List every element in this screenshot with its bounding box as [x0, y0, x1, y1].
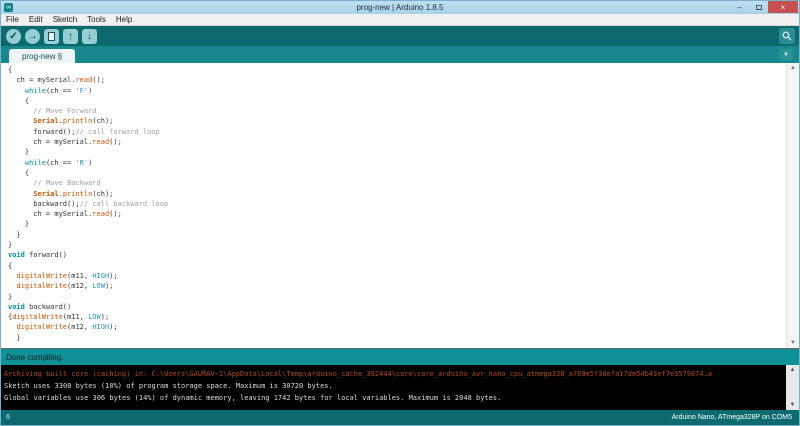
code-line: {digitalWrite(m11, LOW);: [8, 313, 110, 322]
scroll-down-icon[interactable]: ▼: [790, 402, 796, 408]
code-line: Serial.println(ch);: [33, 189, 114, 198]
code-line: }: [8, 241, 13, 250]
code-line: {: [8, 261, 13, 270]
console-lines: Archiving built core (caching) in: C:\Us…: [1, 365, 799, 404]
console-line: Global variables use 306 bytes (14%) of …: [4, 394, 502, 402]
code-line: {: [8, 168, 30, 177]
console-line: Sketch uses 3300 bytes (10%) of program …: [4, 382, 333, 390]
code-line: digitalWrite(m12, HIGH);: [16, 323, 118, 332]
tab-bar: prog-new § ▼: [1, 46, 799, 63]
code-editor[interactable]: { ch = mySerial.read(); while(ch == 'F')…: [1, 63, 799, 348]
menu-item-tools[interactable]: Tools: [82, 15, 111, 24]
console-line: Archiving built core (caching) in: C:\Us…: [4, 370, 713, 378]
code-line: digitalWrite(m11, HIGH);: [16, 271, 118, 280]
down-arrow-icon: ↓: [87, 30, 92, 42]
code-line: ch = mySerial.read();: [8, 138, 122, 147]
cursor-line-number: 6: [6, 414, 10, 421]
upload-button[interactable]: →: [25, 28, 40, 44]
maximize-icon: [755, 4, 762, 10]
code-line: {: [8, 66, 13, 74]
close-button[interactable]: ×: [768, 1, 798, 13]
status-message: Done compiling.: [6, 352, 64, 362]
magnifier-icon: [782, 31, 792, 41]
footer-bar: 6 Arduino Nano, ATmega328P on COM5: [1, 410, 799, 425]
up-arrow-icon: ↑: [68, 30, 73, 42]
document-icon: [48, 31, 55, 41]
code-line: }: [8, 333, 21, 342]
window-controls: – ×: [730, 1, 798, 13]
code-line: // Move Backward: [8, 179, 101, 188]
arduino-ide-window: ∞ prog-new | Arduino 1.8.5 – × File Edit S…: [0, 0, 800, 426]
code-lines: { ch = mySerial.read(); while(ch == 'F')…: [1, 63, 799, 343]
code-line: void forward(): [8, 251, 68, 260]
right-arrow-icon: →: [27, 30, 38, 42]
menu-bar: File Edit Sketch Tools Help: [1, 14, 799, 26]
chevron-down-icon: ▼: [783, 51, 789, 58]
output-console[interactable]: Archiving built core (caching) in: C:\Us…: [1, 365, 799, 410]
serial-monitor-button[interactable]: [779, 28, 795, 44]
menu-item-file[interactable]: File: [1, 15, 24, 24]
title-bar: ∞ prog-new | Arduino 1.8.5 – ×: [1, 1, 799, 14]
code-line: }: [8, 148, 30, 157]
window-title: prog-new | Arduino 1.8.5: [356, 3, 444, 12]
status-bar: Done compiling.: [1, 348, 799, 365]
save-button[interactable]: ↓: [82, 28, 97, 44]
toolbar: ✓ → ↑ ↓: [1, 26, 799, 46]
code-line: }: [8, 292, 13, 301]
code-line: void backward(): [8, 302, 72, 311]
code-line: }: [8, 220, 30, 229]
code-line: while(ch == 'F'): [24, 86, 93, 95]
editor-scrollbar[interactable]: ▲ ▼: [786, 63, 799, 348]
tab-prog-new[interactable]: prog-new §: [9, 49, 76, 63]
checkmark-icon: ✓: [9, 30, 18, 42]
tab-list-dropdown-button[interactable]: ▼: [779, 49, 793, 60]
minimize-button[interactable]: –: [730, 1, 749, 13]
code-line: // Move Forward: [8, 107, 97, 116]
scroll-down-icon[interactable]: ▼: [790, 340, 796, 346]
code-line: Serial.println(ch);: [33, 117, 114, 126]
new-sketch-button[interactable]: [44, 28, 59, 44]
code-line: forward();// call forward loop: [8, 127, 160, 136]
code-line: ch = mySerial.read();: [8, 210, 122, 219]
board-port-info: Arduino Nano, ATmega328P on COM5: [671, 414, 792, 421]
menu-item-help[interactable]: Help: [111, 15, 137, 24]
code-line: ch = mySerial.read();: [8, 76, 105, 85]
scroll-up-icon[interactable]: ▲: [790, 367, 796, 373]
scroll-up-icon[interactable]: ▲: [790, 65, 796, 71]
open-button[interactable]: ↑: [63, 28, 78, 44]
maximize-button[interactable]: [749, 1, 768, 13]
menu-item-edit[interactable]: Edit: [24, 15, 48, 24]
menu-item-sketch[interactable]: Sketch: [48, 15, 82, 24]
code-line: }: [8, 230, 21, 239]
verify-button[interactable]: ✓: [6, 28, 21, 44]
code-line: while(ch == 'R'): [24, 158, 93, 167]
code-line: backward();// call backward loop: [8, 199, 169, 208]
code-line: {: [8, 96, 30, 105]
code-line: digitalWrite(m12, LOW);: [16, 282, 114, 291]
console-scrollbar[interactable]: ▲ ▼: [786, 365, 799, 410]
